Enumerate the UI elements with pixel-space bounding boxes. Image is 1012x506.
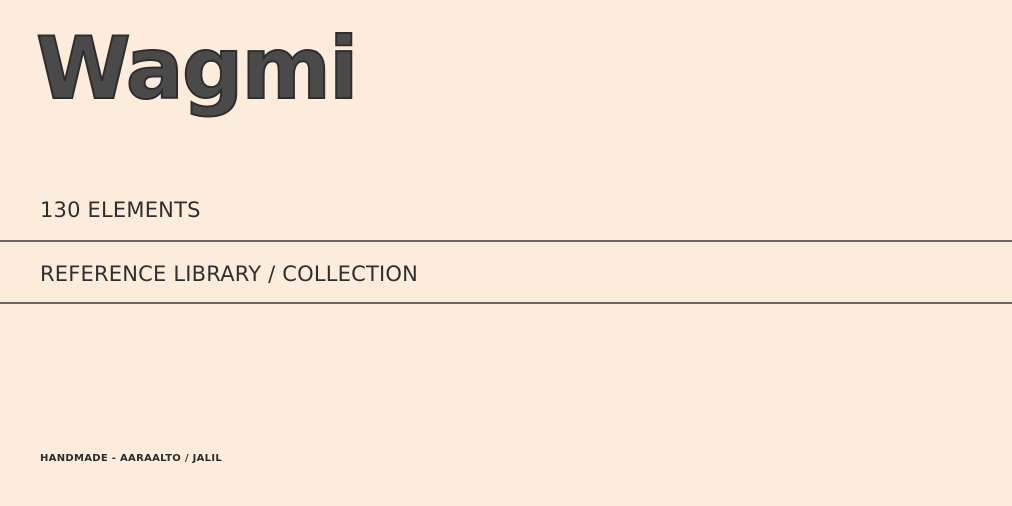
element-count: 130 ELEMENTS: [40, 198, 201, 222]
credit-line: HANDMADE - AARAALTO / JALIL: [40, 453, 223, 464]
divider-top: [0, 240, 1012, 242]
page-title: Wagmi: [35, 19, 359, 119]
title-card: Wagmi 130 ELEMENTS REFERENCE LIBRARY / C…: [0, 0, 1012, 506]
divider-bottom: [0, 302, 1012, 304]
collection-label: REFERENCE LIBRARY / COLLECTION: [40, 262, 419, 286]
